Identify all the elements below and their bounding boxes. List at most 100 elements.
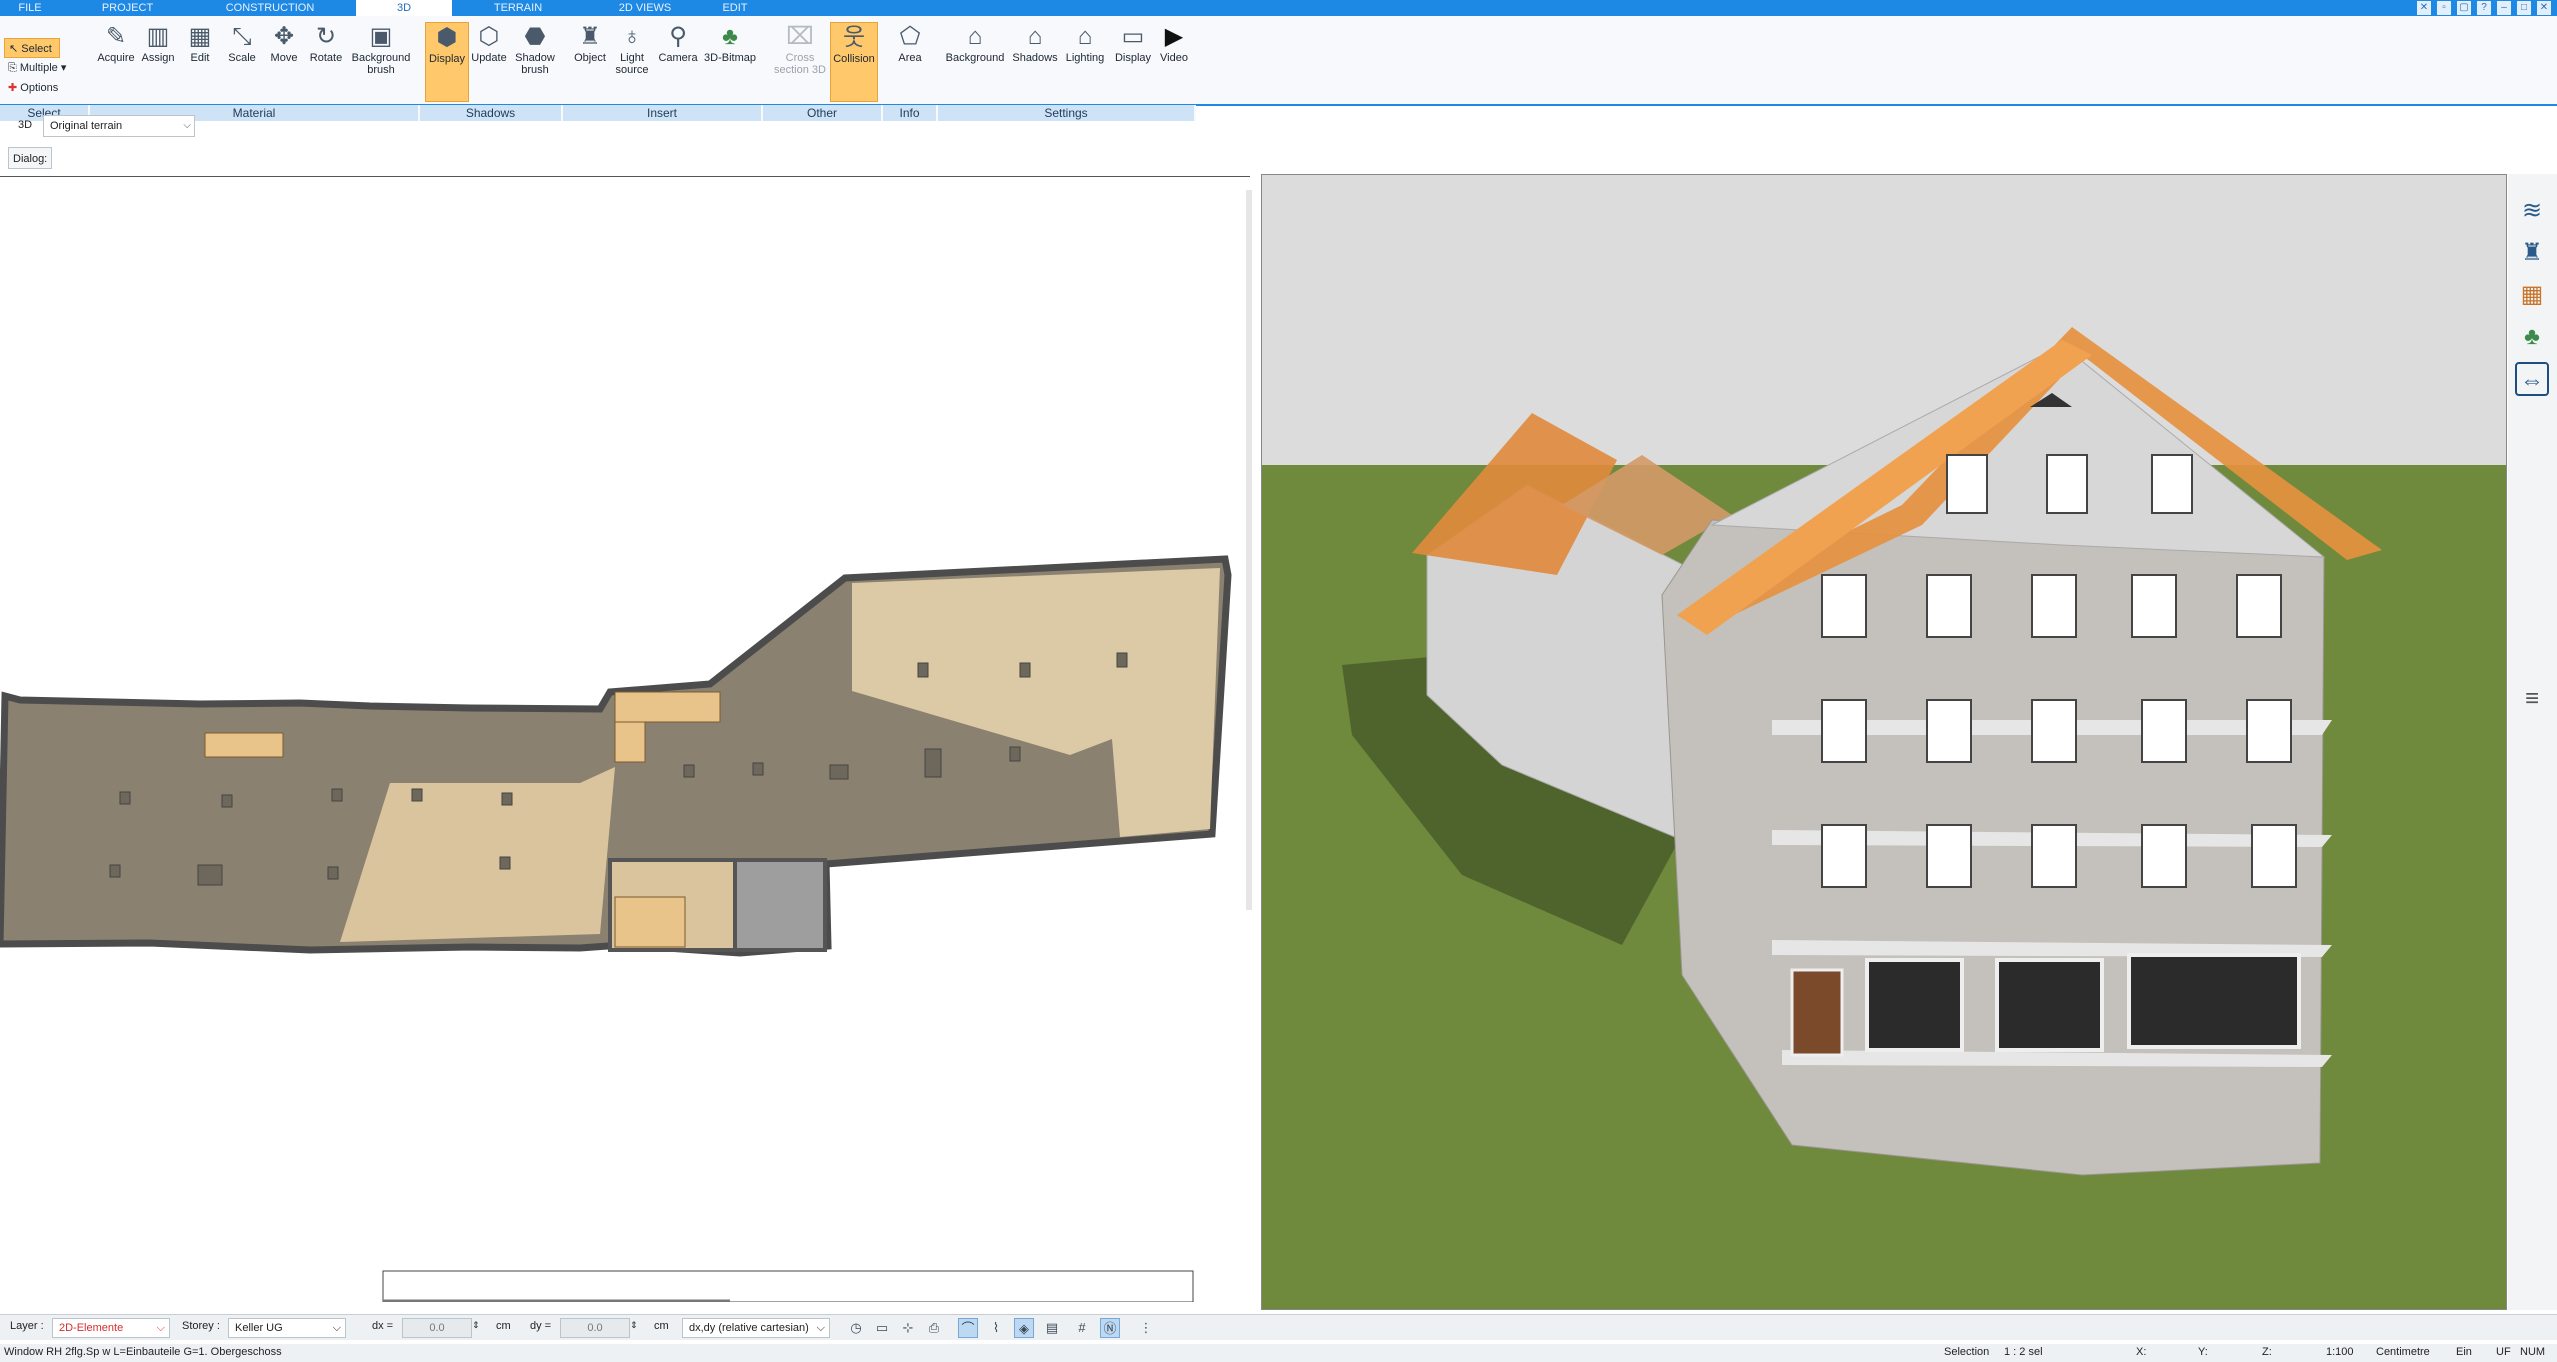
selection-count: 1 : 2 sel xyxy=(2004,1346,2043,1358)
terrain-select[interactable]: Original terrain ⌵ xyxy=(43,115,195,137)
area-button[interactable]: ⬠ Area xyxy=(888,22,932,102)
shadow-brush-button[interactable]: ⬣ Shadow brush xyxy=(510,22,560,102)
video-label: Video xyxy=(1160,52,1188,64)
terrain-select-value: Original terrain xyxy=(50,120,123,132)
dy-input[interactable]: 0.0 xyxy=(560,1318,630,1338)
layers-icon[interactable]: ≋ xyxy=(2515,194,2549,228)
cross-section-3d-button[interactable]: ⌧ Cross section 3D xyxy=(772,22,828,102)
hatch-icon[interactable]: ⌇ xyxy=(986,1318,1006,1338)
tab-edit[interactable]: EDIT xyxy=(700,0,770,16)
monitor-display-icon: ▭ xyxy=(1121,23,1145,50)
restore-icon[interactable]: ▢ xyxy=(2457,1,2471,15)
tab-project[interactable]: PROJECT xyxy=(90,0,165,16)
grid-icon[interactable]: # xyxy=(1072,1318,1092,1338)
selection-label: Selection xyxy=(1944,1346,1990,1358)
camera-label: Camera xyxy=(658,52,698,64)
multiple-button[interactable]: ⎘ Multiple ▾ xyxy=(4,58,88,78)
dx-stepper-icon[interactable]: ⇕ xyxy=(472,1320,480,1331)
object-button[interactable]: ♜ Object xyxy=(568,22,612,102)
navigation-icon[interactable]: ⇔ xyxy=(2515,362,2549,396)
dx-input[interactable]: 0.0 xyxy=(402,1318,472,1338)
acquire-button[interactable]: ✎ Acquire xyxy=(94,22,138,102)
unit-value: Centimetre xyxy=(2376,1346,2430,1358)
tab-terrain[interactable]: TERRAIN xyxy=(478,0,558,16)
right-toolbar: ≋ ♜ ▦ ♣ ⇔ ≡ xyxy=(2508,174,2557,1310)
coordinate-mode-select[interactable]: dx,dy (relative cartesian) ⌵ xyxy=(682,1318,830,1338)
shadow-update-button[interactable]: ⬡ Update xyxy=(467,22,511,102)
screen-icon[interactable]: ▭ xyxy=(872,1318,892,1338)
dy-label: dy = xyxy=(530,1320,552,1332)
window-icon[interactable]: ▫ xyxy=(2437,1,2451,15)
storey-select[interactable]: Keller UG ⌵ xyxy=(228,1318,346,1338)
layer-select[interactable]: 2D-Elemente ⌵ xyxy=(52,1318,170,1338)
curve-icon[interactable]: ⌒ xyxy=(958,1318,978,1338)
edit-button[interactable]: ▦ Edit xyxy=(178,22,222,102)
cross-section-label: Cross section 3D xyxy=(774,52,826,76)
status-bar: Window RH 2flg.Sp w L=Einbauteile G=1. O… xyxy=(0,1344,2557,1362)
area-icon: ⬠ xyxy=(899,23,921,50)
settings-display-label: Display xyxy=(1114,52,1152,64)
more-icon[interactable]: ⋮ xyxy=(1136,1318,1156,1338)
multiple-label: Multiple xyxy=(19,62,58,74)
tab-construction[interactable]: CONSTRUCTION xyxy=(220,0,320,16)
view-mode-label: 3D xyxy=(18,119,33,131)
dialog-row: Dialog: xyxy=(0,144,2557,174)
dy-value: 0.0 xyxy=(587,1322,603,1334)
tools-icon[interactable]: ✕ xyxy=(2417,1,2431,15)
light-source-button[interactable]: ♁ Light source xyxy=(610,22,654,102)
settings-display-button[interactable]: ▭ Display xyxy=(1108,22,1158,102)
dx-value: 0.0 xyxy=(429,1322,445,1334)
view-mode-row: 3D Original terrain ⌵ xyxy=(0,112,2557,142)
assign-button[interactable]: ▥ Assign xyxy=(136,22,180,102)
print-icon[interactable]: ⎙ xyxy=(924,1318,944,1338)
layer-label: Layer : xyxy=(10,1320,44,1332)
collision-button[interactable]: 웃 Collision xyxy=(830,22,878,102)
3d-bitmap-button[interactable]: ♣ 3D-Bitmap xyxy=(700,22,760,102)
dy-stepper-icon[interactable]: ⇕ xyxy=(630,1320,638,1331)
scale-button[interactable]: ⤡ Scale xyxy=(220,22,264,102)
tab-2d-views[interactable]: 2D VIEWS xyxy=(600,0,690,16)
uf-indicator: UF xyxy=(2496,1346,2511,1358)
options-button[interactable]: ✚ Options xyxy=(4,78,88,98)
shadow-display-button[interactable]: ⬢ Display xyxy=(425,22,469,102)
shadow-brush-icon: ⬣ xyxy=(524,23,546,50)
num-indicator: NUM xyxy=(2520,1346,2546,1358)
layer-stack-icon[interactable]: ◈ xyxy=(1014,1318,1034,1338)
select-button[interactable]: ↖ Select xyxy=(4,38,60,58)
close-icon[interactable]: ✕ xyxy=(2537,1,2551,15)
video-button[interactable]: ▶ Video xyxy=(1152,22,1196,102)
rotate-button[interactable]: ↻ Rotate xyxy=(304,22,348,102)
settings-lighting-button[interactable]: ⌂ Lighting xyxy=(1060,22,1110,102)
materials-icon[interactable]: ▦ xyxy=(2515,278,2549,312)
maximize-icon[interactable]: □ xyxy=(2517,1,2531,15)
panel-handle-icon[interactable]: ≡ xyxy=(2515,674,2549,724)
tab-file[interactable]: FILE xyxy=(0,0,60,16)
camera-button[interactable]: ⚲ Camera xyxy=(656,22,700,102)
settings-lighting-label: Lighting xyxy=(1065,52,1105,64)
cross-section-icon: ⌧ xyxy=(786,23,814,50)
panel-splitter[interactable] xyxy=(1246,190,1252,910)
3d-bitmap-label: 3D-Bitmap xyxy=(704,52,756,64)
floor-plan-view[interactable] xyxy=(0,176,1250,1303)
north-icon[interactable]: Ⓝ xyxy=(1100,1318,1120,1338)
pattern-icon[interactable]: ▤ xyxy=(1042,1318,1062,1338)
tab-3d[interactable]: 3D xyxy=(356,0,452,16)
select-group: ↖ Select ⎘ Multiple ▾ ✚ Options xyxy=(4,38,88,98)
layer-bar: Layer : 2D-Elemente ⌵ Storey : Keller UG ⌵… xyxy=(0,1314,2557,1340)
3d-building-scene[interactable] xyxy=(1262,175,2507,1310)
area-label: Area xyxy=(898,52,922,64)
floor-plan-drawing[interactable] xyxy=(0,177,1250,1303)
background-brush-button[interactable]: ▣ Background brush xyxy=(346,22,416,102)
minimize-icon[interactable]: – xyxy=(2497,1,2511,15)
chair-catalog-icon[interactable]: ♜ xyxy=(2515,236,2549,270)
settings-background-button[interactable]: ⌂ Background xyxy=(942,22,1008,102)
3d-view[interactable] xyxy=(1261,174,2507,1310)
snap-icon[interactable]: ⊹ xyxy=(898,1318,918,1338)
settings-shadows-button[interactable]: ⌂ Shadows xyxy=(1010,22,1060,102)
plants-icon[interactable]: ♣ xyxy=(2515,320,2549,354)
help-icon[interactable]: ? xyxy=(2477,1,2491,15)
move-button[interactable]: ✥ Move xyxy=(262,22,306,102)
scale-icon: ⤡ xyxy=(232,23,252,50)
clock-icon[interactable]: ◷ xyxy=(846,1318,866,1338)
house-shadows-icon: ⌂ xyxy=(1027,23,1043,50)
